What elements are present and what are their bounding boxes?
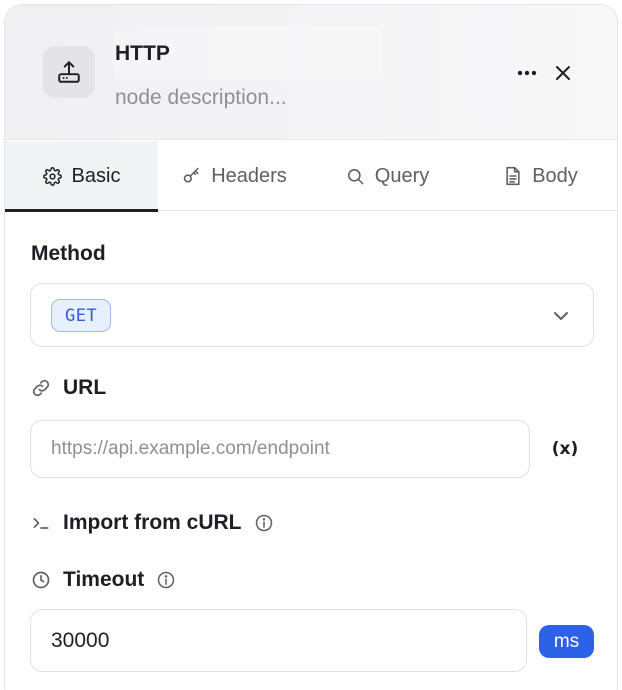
more-icon[interactable] bbox=[513, 61, 541, 85]
tab-label: Basic bbox=[71, 164, 121, 187]
close-icon[interactable] bbox=[549, 59, 577, 87]
method-select[interactable]: GET bbox=[30, 283, 594, 347]
timeout-field[interactable] bbox=[30, 609, 527, 672]
tab-bar: Basic Headers Query Body bbox=[5, 141, 617, 212]
timeout-label: Timeout bbox=[31, 568, 176, 592]
url-label: URL bbox=[31, 376, 106, 400]
info-icon[interactable] bbox=[254, 513, 274, 533]
method-badge: GET bbox=[51, 299, 112, 332]
timeout-label-text: Timeout bbox=[63, 568, 145, 591]
clock-icon bbox=[31, 570, 51, 590]
import-curl-label: Import from cURL bbox=[63, 511, 242, 534]
key-icon bbox=[182, 166, 202, 186]
tab-label: Body bbox=[532, 164, 578, 187]
url-label-text: URL bbox=[63, 376, 107, 399]
variable-insert-button[interactable]: (x) bbox=[551, 437, 579, 461]
url-field[interactable] bbox=[30, 420, 530, 478]
method-label-text: Method bbox=[31, 242, 106, 265]
upload-tray-icon bbox=[43, 46, 95, 98]
search-icon bbox=[346, 166, 366, 186]
chevron-down-icon bbox=[554, 312, 568, 320]
panel-header: HTTP node description... bbox=[5, 5, 617, 140]
tab-label: Query bbox=[374, 164, 430, 187]
link-icon bbox=[31, 378, 51, 398]
info-icon[interactable] bbox=[156, 570, 176, 590]
import-curl-row[interactable]: Import from cURL bbox=[31, 511, 274, 535]
document-icon bbox=[503, 166, 523, 186]
timeout-input[interactable] bbox=[31, 610, 526, 671]
tab-label: Headers bbox=[211, 164, 287, 187]
timeout-unit-badge: ms bbox=[539, 625, 594, 658]
gear-icon bbox=[43, 166, 63, 186]
tab-headers[interactable]: Headers bbox=[158, 141, 311, 211]
method-label: Method bbox=[31, 242, 106, 266]
tab-body[interactable]: Body bbox=[464, 141, 617, 211]
tab-basic[interactable]: Basic bbox=[5, 141, 158, 212]
terminal-icon bbox=[31, 513, 51, 533]
node-description-input[interactable]: node description... bbox=[115, 86, 287, 110]
node-title[interactable]: HTTP bbox=[115, 42, 170, 66]
tab-query[interactable]: Query bbox=[311, 141, 464, 211]
url-input[interactable] bbox=[31, 421, 529, 477]
node-config-panel: HTTP node description... Basic Headers Q… bbox=[4, 4, 618, 690]
